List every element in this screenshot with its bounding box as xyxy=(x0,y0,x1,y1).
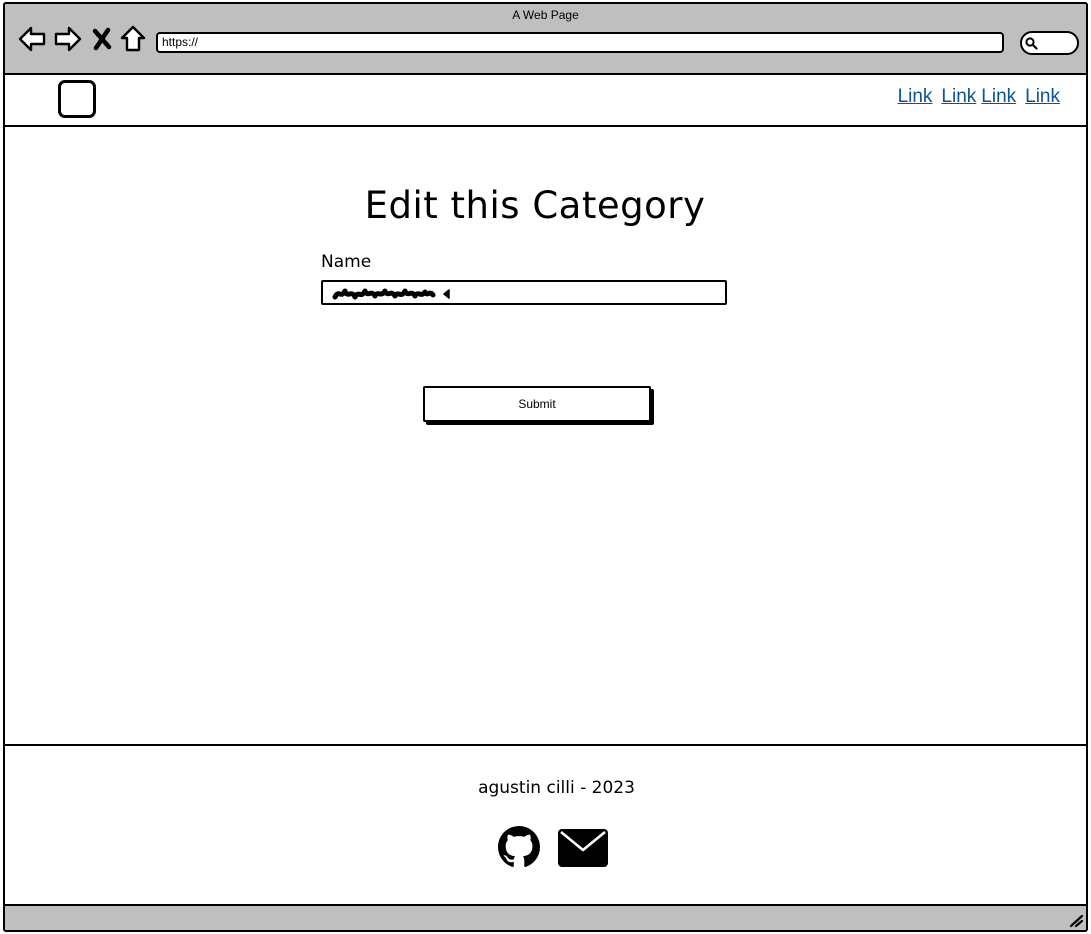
scribbled-text-placeholder xyxy=(332,288,450,300)
search-icon xyxy=(1025,37,1038,50)
nav-link-1[interactable]: Link xyxy=(898,86,933,108)
footer: agustin cilli - 2023 xyxy=(5,744,1086,906)
site-header: Link Link Link Link xyxy=(5,77,1086,127)
browser-chrome: A Web Page https:// xyxy=(5,4,1086,75)
nav-link-4[interactable]: Link xyxy=(1025,86,1060,108)
nav-link-2[interactable]: Link xyxy=(941,86,976,108)
footer-credit: agustin cilli - 2023 xyxy=(478,778,635,798)
forward-arrow-icon[interactable] xyxy=(53,24,83,54)
envelope-icon[interactable] xyxy=(558,829,608,867)
browser-window: A Web Page https:// Link Link Link Link xyxy=(3,2,1088,932)
nav-links: Link Link Link Link xyxy=(898,86,1060,108)
home-icon[interactable] xyxy=(119,24,147,54)
search-field[interactable] xyxy=(1020,31,1079,55)
status-bar xyxy=(5,904,1086,930)
name-input[interactable] xyxy=(321,280,727,305)
name-label: Name xyxy=(321,252,372,272)
submit-button[interactable]: Submit xyxy=(423,386,651,422)
window-title: A Web Page xyxy=(512,8,579,22)
back-arrow-icon[interactable] xyxy=(17,24,47,54)
resize-grip-icon[interactable] xyxy=(1068,912,1084,928)
close-x-icon[interactable] xyxy=(91,24,113,54)
url-bar[interactable]: https:// xyxy=(156,32,1004,53)
nav-link-3[interactable]: Link xyxy=(981,86,1016,108)
github-icon[interactable] xyxy=(498,826,540,868)
square-logo-icon[interactable] xyxy=(58,80,96,118)
page-title: Edit this Category xyxy=(364,184,706,227)
